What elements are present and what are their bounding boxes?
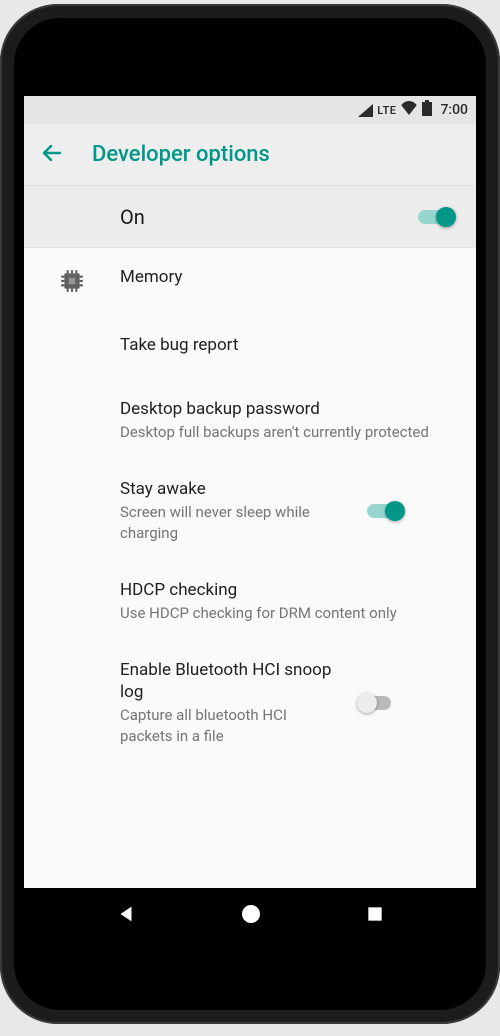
memory-chip-icon [59,268,85,298]
screen: LTE 7:00 Developer options On [24,96,476,940]
settings-row-subtitle: Use HDCP checking for DRM content only [120,603,450,623]
back-arrow-icon[interactable] [40,141,64,169]
app-bar: Developer options [24,124,476,186]
cellular-signal-icon [358,104,373,117]
settings-row-bt-hci[interactable]: Enable Bluetooth HCI snoop log Capture a… [24,641,476,764]
settings-row-memory[interactable]: Memory [24,248,476,316]
master-toggle-label: On [120,205,418,229]
settings-list[interactable]: Memory Take bug report Desktop backup pa… [24,248,476,940]
bt-hci-switch[interactable] [357,691,397,715]
navigation-bar [24,888,476,940]
settings-row-title: HDCP checking [120,579,450,601]
phone-frame: LTE 7:00 Developer options On [0,4,500,1024]
settings-row-title: Stay awake [120,478,352,500]
stay-awake-switch[interactable] [367,499,407,523]
settings-row-desktop-backup[interactable]: Desktop backup password Desktop full bac… [24,380,476,460]
clock-label: 7:00 [440,102,468,118]
master-toggle-switch[interactable] [418,205,458,229]
battery-icon [422,100,432,120]
settings-row-title: Take bug report [120,334,450,356]
settings-row-stay-awake[interactable]: Stay awake Screen will never sleep while… [24,460,476,561]
settings-row-subtitle: Screen will never sleep while charging [120,502,352,543]
network-type-label: LTE [377,104,396,117]
settings-row-bug-report[interactable]: Take bug report [24,316,476,380]
nav-home-icon[interactable] [239,902,263,926]
page-title: Developer options [92,142,270,167]
settings-row-title: Enable Bluetooth HCI snoop log [120,659,342,703]
status-bar: LTE 7:00 [24,96,476,124]
settings-row-title: Desktop backup password [120,398,450,420]
settings-row-subtitle: Desktop full backups aren't currently pr… [120,422,450,442]
settings-row-title: Memory [120,266,450,288]
nav-recent-icon[interactable] [365,904,385,924]
master-toggle-row[interactable]: On [24,186,476,248]
wifi-icon [400,101,418,119]
settings-row-hdcp[interactable]: HDCP checking Use HDCP checking for DRM … [24,561,476,641]
settings-row-subtitle: Capture all bluetooth HCI packets in a f… [120,705,342,746]
nav-back-icon[interactable] [115,903,137,925]
